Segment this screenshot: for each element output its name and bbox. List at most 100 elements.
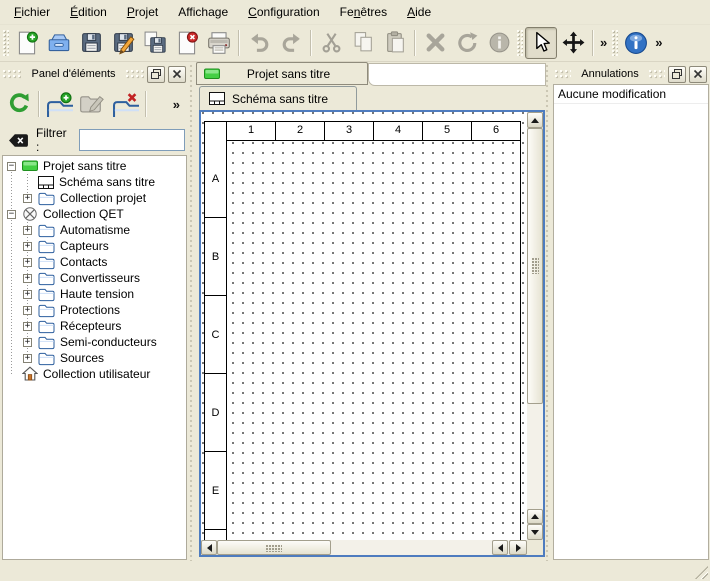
- collections-tree[interactable]: Projet sans titre Schéma sans titre Coll…: [2, 155, 187, 560]
- toolbar-overflow-chevron[interactable]: »: [652, 35, 665, 50]
- row-label-column: A B C D E: [205, 140, 227, 540]
- diagram-tab[interactable]: Schéma sans titre: [199, 86, 357, 110]
- elements-panel-titlebar[interactable]: Panel d'éléments: [0, 62, 189, 84]
- float-panel-button[interactable]: [668, 66, 686, 83]
- menu-affichage[interactable]: Affichage: [168, 2, 238, 23]
- copy-icon: [351, 30, 376, 55]
- tree-item-schema-sans-titre[interactable]: Schéma sans titre: [3, 174, 186, 190]
- left-splitter[interactable]: [189, 62, 196, 561]
- tree-item-collection-utilisateur[interactable]: Collection utilisateur: [3, 366, 186, 382]
- project-icon: [204, 68, 220, 80]
- expand-expander[interactable]: [23, 194, 32, 203]
- project-tab[interactable]: Projet sans titre: [196, 62, 368, 85]
- expand-expander[interactable]: [23, 290, 32, 299]
- toolbar-drag-handle[interactable]: [612, 30, 618, 56]
- row-label: [205, 530, 226, 540]
- scroll-up-button[interactable]: [527, 509, 543, 524]
- toolbar-separator: [592, 30, 594, 56]
- scroll-up-button[interactable]: [527, 112, 543, 128]
- collapse-expander[interactable]: [7, 162, 16, 171]
- tree-item-haute-tension[interactable]: Haute tension: [3, 286, 186, 302]
- toolbar-overflow-chevron[interactable]: »: [597, 35, 610, 50]
- tree-item-sources[interactable]: Sources: [3, 350, 186, 366]
- tree-item-protections[interactable]: Protections: [3, 302, 186, 318]
- save-icon: [79, 30, 104, 55]
- folder-icon: [38, 351, 55, 366]
- edit-category-button: [79, 92, 106, 117]
- expand-expander[interactable]: [23, 322, 32, 331]
- vertical-scrollbar-thumb[interactable]: [527, 128, 543, 404]
- tree-item-automatisme[interactable]: Automatisme: [3, 222, 186, 238]
- delete-folder-icon: [112, 92, 139, 117]
- new-project-button[interactable]: [11, 27, 43, 59]
- tree-item-semi-conducteurs[interactable]: Semi-conducteurs: [3, 334, 186, 350]
- expand-expander[interactable]: [23, 274, 32, 283]
- save-all-button[interactable]: [139, 27, 171, 59]
- close-panel-button[interactable]: [689, 66, 707, 83]
- main-toolbar: » »: [0, 24, 710, 62]
- clear-filter-button[interactable]: [8, 133, 29, 148]
- clear-filter-icon: [8, 133, 29, 148]
- menu-aide[interactable]: Aide: [397, 2, 441, 23]
- save-button[interactable]: [75, 27, 107, 59]
- expand-expander[interactable]: [23, 306, 32, 315]
- diagram-canvas[interactable]: 1 2 3 4 5 6 A B C D E: [201, 112, 527, 540]
- tree-item-collection-projet[interactable]: Collection projet: [3, 190, 186, 206]
- undo-panel-titlebar[interactable]: Annulations: [552, 62, 710, 84]
- menu-fichier[interactable]: Fichier: [4, 2, 60, 23]
- collapse-expander[interactable]: [7, 210, 16, 219]
- expand-expander[interactable]: [23, 354, 32, 363]
- toolbar-drag-handle[interactable]: [3, 30, 9, 56]
- close-file-button[interactable]: [171, 27, 203, 59]
- reload-collections-button[interactable]: [6, 91, 32, 117]
- expand-expander[interactable]: [23, 338, 32, 347]
- qet-collection-icon: [22, 206, 38, 222]
- tree-item-convertisseurs[interactable]: Convertisseurs: [3, 270, 186, 286]
- undo-history-item[interactable]: Aucune modification: [554, 85, 708, 104]
- tree-item-capteurs[interactable]: Capteurs: [3, 238, 186, 254]
- expand-expander[interactable]: [23, 242, 32, 251]
- thumb-grip: [266, 545, 282, 552]
- tree-item-recepteurs[interactable]: Récepteurs: [3, 318, 186, 334]
- undo-history-list[interactable]: Aucune modification: [553, 84, 709, 560]
- new-folder-icon: [46, 92, 73, 117]
- new-category-button[interactable]: [46, 92, 73, 117]
- close-panel-button[interactable]: [168, 66, 186, 83]
- toolbar-separator: [145, 91, 147, 117]
- panel-toolbar-overflow-chevron[interactable]: »: [170, 97, 183, 112]
- save-as-button[interactable]: [107, 27, 139, 59]
- toolbar-drag-handle[interactable]: [517, 30, 523, 56]
- menu-projet[interactable]: Projet: [117, 2, 168, 23]
- scroll-left-button[interactable]: [201, 540, 217, 555]
- menu-configuration[interactable]: Configuration: [238, 2, 330, 23]
- filter-input[interactable]: [79, 129, 185, 151]
- expand-expander[interactable]: [23, 226, 32, 235]
- info-gray-icon: [487, 30, 512, 55]
- vertical-scrollbar[interactable]: [527, 112, 543, 540]
- horizontal-scrollbar[interactable]: [201, 540, 527, 555]
- titlebar-texture: [555, 70, 571, 79]
- folder-icon: [38, 223, 55, 238]
- undo-icon: [247, 30, 272, 55]
- up-arrow-icon: [531, 514, 539, 519]
- tree-item-projet-sans-titre[interactable]: Projet sans titre: [3, 158, 186, 174]
- delete-category-button[interactable]: [112, 92, 139, 117]
- right-splitter[interactable]: [545, 62, 552, 561]
- visualisation-mode-button[interactable]: [557, 27, 589, 59]
- titlebar-texture: [649, 70, 665, 79]
- diagram-info-button[interactable]: [620, 27, 652, 59]
- menu-edition[interactable]: Édition: [60, 2, 117, 23]
- tree-item-contacts[interactable]: Contacts: [3, 254, 186, 270]
- float-panel-button[interactable]: [147, 66, 165, 83]
- scroll-left-button[interactable]: [492, 540, 508, 555]
- open-button[interactable]: [43, 27, 75, 59]
- expand-expander[interactable]: [23, 258, 32, 267]
- scroll-down-button[interactable]: [527, 524, 543, 540]
- scroll-right-button[interactable]: [509, 540, 527, 555]
- menu-fenetres[interactable]: Fenêtres: [330, 2, 397, 23]
- print-button[interactable]: [203, 27, 235, 59]
- select-mode-button[interactable]: [525, 27, 557, 59]
- horizontal-scrollbar-thumb[interactable]: [217, 540, 331, 555]
- resize-grip-icon[interactable]: [695, 566, 708, 579]
- tree-item-collection-qet[interactable]: Collection QET: [3, 206, 186, 222]
